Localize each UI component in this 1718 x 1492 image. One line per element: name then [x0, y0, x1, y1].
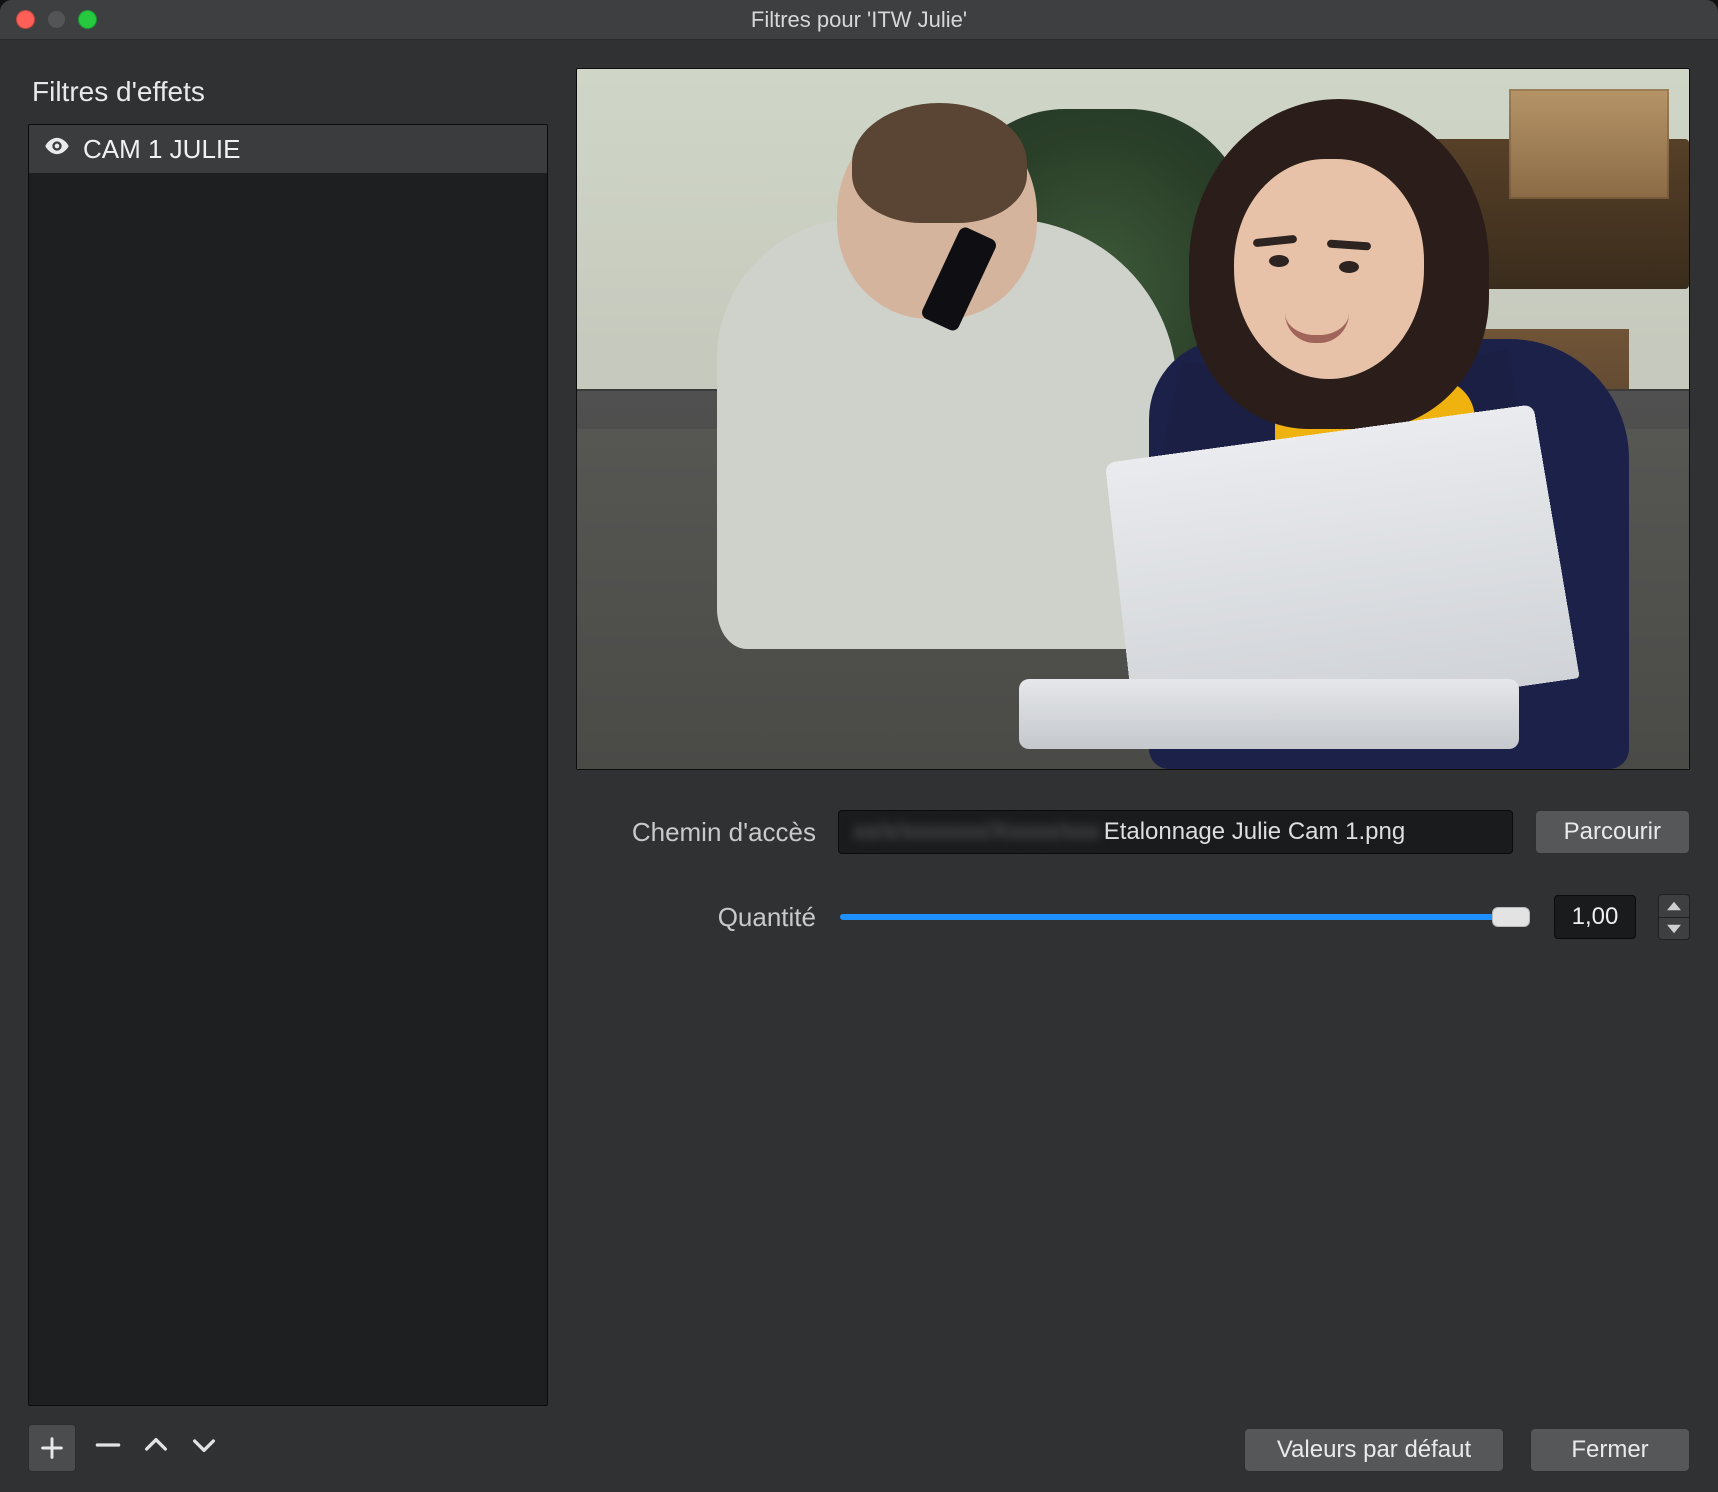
browse-button[interactable]: Parcourir [1535, 810, 1690, 854]
path-label: Chemin d'accès [576, 817, 816, 848]
window-controls [16, 10, 97, 29]
amount-slider-wrap [838, 912, 1532, 922]
defaults-button[interactable]: Valeurs par défaut [1244, 1428, 1504, 1472]
filters-list[interactable]: CAM 1 JULIE [28, 124, 548, 1406]
sidebar: Filtres d'effets CAM 1 JULIE [28, 68, 548, 1472]
close-window-icon[interactable] [16, 10, 35, 29]
sidebar-title: Filtres d'effets [32, 76, 544, 108]
amount-label: Quantité [576, 902, 816, 933]
preview-scene [577, 69, 1689, 769]
footer-buttons: Valeurs par défaut Fermer [28, 1428, 1690, 1472]
close-button[interactable]: Fermer [1530, 1428, 1690, 1472]
amount-value-field[interactable]: 1,00 [1554, 895, 1636, 939]
main-panel: Chemin d'accès xx/x/xxxxxxx/Xxxxx/xxx Et… [576, 68, 1690, 1472]
amount-slider[interactable] [840, 914, 1530, 920]
window-title: Filtres pour 'ITW Julie' [751, 7, 967, 33]
path-hidden-prefix: xx/x/xxxxxxx/Xxxxx/xxx [853, 818, 1100, 846]
filter-row[interactable]: CAM 1 JULIE [29, 125, 547, 173]
stepper-down-button[interactable] [1659, 917, 1689, 939]
preview-image [576, 68, 1690, 770]
filter-row-label: CAM 1 JULIE [83, 134, 241, 165]
amount-stepper [1658, 894, 1690, 940]
minimize-window-icon [47, 10, 66, 29]
titlebar: Filtres pour 'ITW Julie' [0, 0, 1718, 40]
filters-window: Filtres pour 'ITW Julie' Filtres d'effet… [0, 0, 1718, 1492]
path-field[interactable]: xx/x/xxxxxxx/Xxxxx/xxx Etalonnage Julie … [838, 810, 1513, 854]
visibility-icon[interactable] [43, 132, 71, 167]
stepper-up-button[interactable] [1659, 895, 1689, 917]
amount-row: Quantité 1,00 [576, 894, 1690, 940]
path-row: Chemin d'accès xx/x/xxxxxxx/Xxxxx/xxx Et… [576, 810, 1690, 854]
maximize-window-icon[interactable] [78, 10, 97, 29]
path-value: Etalonnage Julie Cam 1.png [1104, 818, 1406, 846]
